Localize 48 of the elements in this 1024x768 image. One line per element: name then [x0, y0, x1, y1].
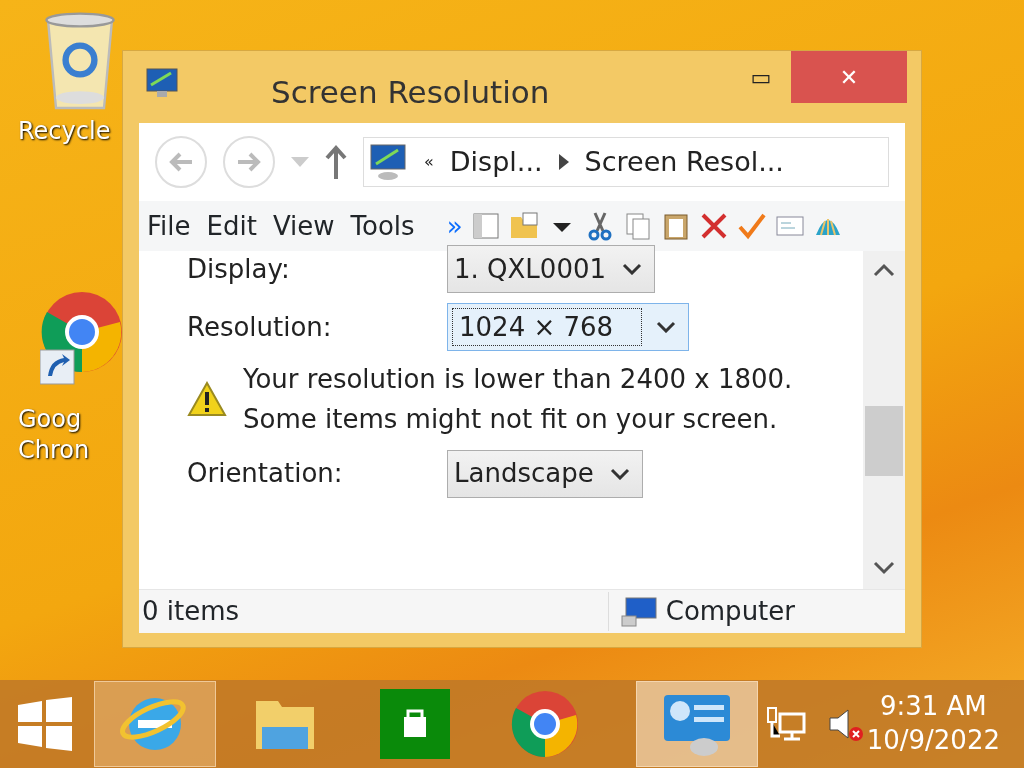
pane-icon[interactable] — [470, 211, 501, 241]
up-arrow-icon[interactable] — [325, 145, 347, 179]
warning-message: Your resolution is lower than 2400 x 1800. Some items might not fit on your screen. — [243, 363, 793, 437]
icon-label: Chron — [18, 435, 90, 467]
breadcrumb-arrow-icon — [558, 154, 569, 170]
chevron-icon — [622, 263, 642, 275]
windows-logo-icon[interactable] — [18, 697, 72, 751]
warning-icon — [187, 381, 227, 418]
monitor-icon — [368, 142, 408, 182]
dropdown[interactable]: 1. QXL0001 — [447, 245, 655, 293]
window-title: Screen Resolution — [271, 73, 551, 112]
minimize-button[interactable]: ▭ — [731, 51, 791, 103]
taskbar-button[interactable] — [94, 681, 216, 767]
checkmark-icon[interactable] — [736, 211, 767, 241]
monitor-icon — [145, 67, 179, 99]
status-location: Computer — [665, 595, 795, 628]
chevron-icon — [656, 321, 676, 333]
chevron-icon — [609, 467, 630, 480]
dropdown[interactable]: Landscape — [447, 449, 643, 498]
dropdown[interactable]: 1024 × 768 — [447, 303, 689, 351]
breadcrumb-overflow[interactable]: « — [424, 150, 434, 174]
setting-label: Display: — [187, 252, 291, 286]
menu-item[interactable]: Tools — [350, 206, 415, 246]
menu-item[interactable]: File — [147, 206, 191, 246]
menu-item[interactable]: View — [272, 206, 335, 246]
computer-icon — [619, 595, 658, 628]
muted-speaker-icon[interactable] — [826, 706, 866, 742]
shopping-bag-icon — [380, 689, 450, 759]
network-icon[interactable] — [766, 706, 806, 742]
menu-item[interactable]: Edit — [206, 206, 257, 246]
back-arrow-icon — [168, 151, 194, 173]
icon-label: Recycle — [18, 116, 111, 147]
icon-label: Goog — [18, 404, 82, 435]
scroll-thumb[interactable] — [865, 406, 903, 476]
forward-arrow-icon — [236, 151, 262, 173]
scrollbar[interactable] — [863, 251, 905, 589]
chrome-icon — [510, 689, 580, 759]
folder-icon[interactable] — [508, 211, 539, 241]
scroll-up-icon[interactable] — [873, 263, 895, 277]
setting-label: Orientation: — [187, 457, 344, 491]
breadcrumb[interactable]: Displ... — [449, 141, 543, 183]
close-button[interactable]: ✕ — [791, 51, 907, 103]
status-text: 0 items — [139, 592, 609, 631]
scroll-down-icon[interactable] — [873, 561, 895, 575]
toolbar-overflow[interactable]: » — [446, 206, 463, 246]
breadcrumb[interactable]: Screen Resol... — [584, 141, 784, 183]
taskbar-button[interactable] — [636, 681, 758, 767]
setting-label: Resolution: — [187, 310, 333, 344]
